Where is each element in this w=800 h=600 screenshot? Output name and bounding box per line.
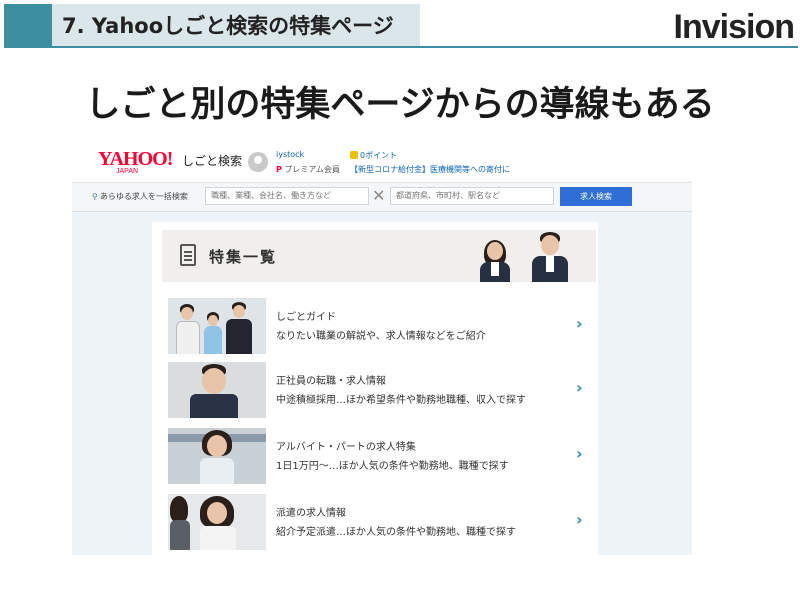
yahoo-logo-sub: JAPAN (116, 168, 139, 175)
search-label: ⚲ あらゆる求人を一括検索 (92, 191, 188, 202)
parttime-thumbnail (168, 428, 266, 484)
slide-headline: しごと別の特集ページからの導線もある (85, 85, 715, 125)
yahoo-topbar: YAHOO! JAPAN しごと検索 iystock P プレミアム会員 0ポイ… (72, 140, 692, 182)
feature-card: 特集一覧 しごとガイド なりたい職業の解説や、求人情報などをご紹介 › 正社員の… (152, 222, 598, 555)
premium-label[interactable]: P プレミアム会員 (276, 164, 340, 175)
chevron-right-icon: › (576, 510, 583, 529)
item-desc: 紹介予定派遣…ほか人気の条件や勤務地、職種で探す (276, 527, 516, 538)
avatar[interactable] (248, 152, 268, 172)
fulltime-thumbnail (168, 362, 266, 418)
search-bar: ⚲あらゆる求人を一括検索 ✕ 求人検索 (72, 182, 692, 212)
yahoo-shigoto-screenshot: YAHOO! JAPAN しごと検索 iystock P プレミアム会員 0ポイ… (72, 140, 692, 555)
clear-icon[interactable]: ✕ (372, 187, 385, 205)
invision-logo: Invision (673, 8, 795, 46)
dispatch-thumbnail (168, 494, 266, 550)
item-title: 正社員の転職・求人情報 (276, 376, 386, 387)
location-input[interactable] (390, 187, 554, 205)
premium-text: プレミアム会員 (284, 165, 340, 174)
search-label-text: あらゆる求人を一括検索 (99, 192, 188, 201)
chevron-right-icon: › (576, 444, 583, 463)
chevron-right-icon: › (576, 314, 583, 333)
coin-icon (350, 151, 358, 159)
item-desc: なりたい職業の解説や、求人情報などをご紹介 (276, 331, 486, 342)
item-title: アルバイト・パートの求人特集 (276, 442, 416, 453)
feature-item-parttime[interactable]: アルバイト・パートの求人特集 1日1万円～…ほか人気の条件や勤務地、職種で探す … (168, 428, 598, 486)
search-button[interactable]: 求人検索 (560, 187, 632, 206)
service-name[interactable]: しごと検索 (182, 152, 242, 169)
search-icon: ⚲ (92, 192, 98, 201)
feature-item-guide[interactable]: しごとガイド なりたい職業の解説や、求人情報などをご紹介 › (168, 298, 598, 356)
item-title: 派遣の求人情報 (276, 508, 346, 519)
item-desc: 中途積極採用…ほか希望条件や勤務地職種、収入で探す (276, 395, 526, 406)
notice-link[interactable]: 【新型コロナ給付金】医療機関等への寄付に (350, 164, 510, 175)
feature-item-dispatch[interactable]: 派遣の求人情報 紹介予定派遣…ほか人気の条件や勤務地、職種で探す › (168, 494, 598, 552)
slide-title: 7. Yahooしごと検索の特集ページ (62, 14, 394, 38)
keyword-input[interactable] (205, 187, 369, 205)
points-text: 0ポイント (360, 151, 398, 160)
points-link[interactable]: 0ポイント (350, 150, 397, 161)
item-title: しごとガイド (276, 312, 336, 323)
item-desc: 1日1万円～…ほか人気の条件や勤務地、職種で探す (276, 461, 509, 472)
guide-thumbnail (168, 298, 266, 354)
document-icon (180, 244, 196, 266)
chevron-right-icon: › (576, 378, 583, 397)
feature-banner: 特集一覧 (162, 230, 596, 282)
user-name[interactable]: iystock (276, 150, 304, 159)
feature-title: 特集一覧 (209, 248, 278, 266)
feature-item-fulltime[interactable]: 正社員の転職・求人情報 中途積極採用…ほか希望条件や勤務地職種、収入で探す › (168, 362, 598, 420)
header-accent-block (4, 4, 52, 48)
